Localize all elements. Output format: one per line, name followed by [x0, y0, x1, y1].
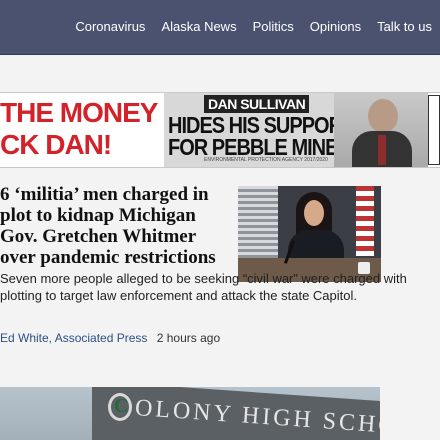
- nav-item-politics[interactable]: Politics: [245, 0, 302, 54]
- ad-left-line-2: CK DAN!: [0, 129, 112, 160]
- portrait-head: [368, 99, 398, 133]
- nav-item-coronavirus[interactable]: Coronavirus: [67, 0, 153, 54]
- school-logo-letter: C: [114, 395, 129, 417]
- ad-left-line-1: THE MONEY: [0, 97, 158, 128]
- ad-portrait-image: [334, 93, 428, 167]
- ad-fine-print: ENVIRONMENTAL PROTECTION AGENCY 2017/202…: [204, 157, 328, 163]
- nav-item-alaska-news[interactable]: Alaska News: [153, 0, 244, 54]
- portrait-tie: [378, 135, 386, 165]
- publish-time: 2 hours ago: [156, 331, 221, 345]
- ad-name-tag: DAN SULLIVAN: [204, 95, 310, 113]
- ad-right-edge: [428, 95, 440, 165]
- article-byline: Ed White, Associated Press 2 hours ago: [0, 331, 220, 345]
- author-link[interactable]: Ed White, Associated Press: [0, 331, 147, 345]
- thumb-flag: [356, 186, 374, 256]
- primary-nav: Coronavirus Alaska News Politics Opinion…: [67, 0, 440, 54]
- ad-left-panel: THE MONEY CK DAN!: [0, 93, 164, 167]
- nav-item-opinions[interactable]: Opinions: [302, 0, 369, 54]
- article-headline[interactable]: 6 ‘militia’ men charged in plot to kidna…: [0, 184, 230, 268]
- article-summary: Seven more people alleged to be seeking …: [0, 271, 407, 303]
- thumb-person-face: [304, 200, 324, 226]
- article-thumbnail[interactable]: [238, 186, 381, 282]
- ad-center-panel: DAN SULLIVAN HIDES HIS SUPPORT FOR PEBBL…: [164, 93, 354, 167]
- next-article-image[interactable]: C OLONY HIGH SCHO: [0, 387, 380, 440]
- nav-item-talk-to-us[interactable]: Talk to us: [369, 0, 440, 54]
- top-navigation-bar: Coronavirus Alaska News Politics Opinion…: [0, 0, 440, 55]
- banner-advertisement[interactable]: THE MONEY CK DAN! DAN SULLIVAN HIDES HIS…: [0, 92, 440, 168]
